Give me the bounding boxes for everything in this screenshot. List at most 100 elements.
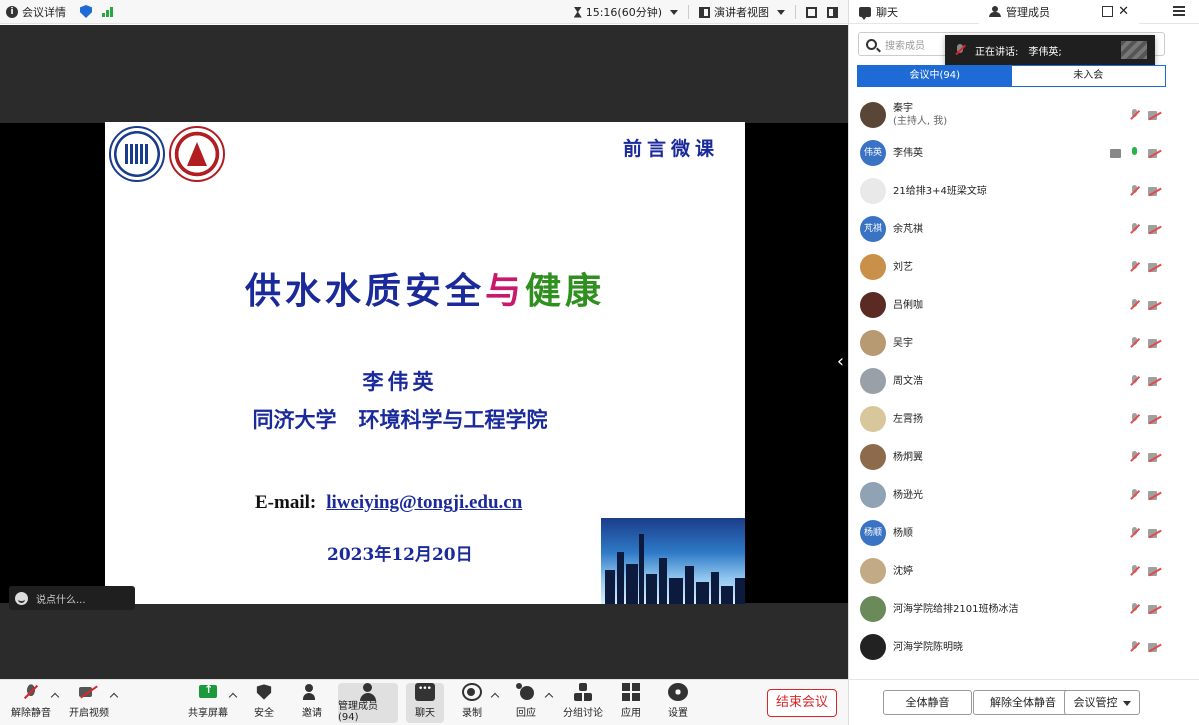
- mic-off-icon[interactable]: [1130, 413, 1139, 425]
- avatar: [860, 292, 886, 318]
- camera-off-icon[interactable]: [1148, 148, 1161, 158]
- menu-icon[interactable]: [1173, 6, 1185, 16]
- slide-title-part1: 供水水质安全: [244, 270, 485, 312]
- mic-off-icon[interactable]: [1130, 261, 1139, 273]
- camera-off-icon[interactable]: [1148, 262, 1161, 272]
- side-panel: 聊天 管理成员 ✕ 搜索成员 正在讲话: 李伟英; 会议中(94) 未入会 秦宇…: [848, 0, 1199, 725]
- member-row[interactable]: 杨逊光: [849, 476, 1173, 514]
- tab-not-joined[interactable]: 未入会: [1011, 66, 1165, 86]
- camera-off-icon[interactable]: [1148, 642, 1161, 652]
- camera-off-icon[interactable]: [1148, 110, 1161, 120]
- popout-icon[interactable]: [1102, 6, 1114, 17]
- member-status: [1130, 603, 1161, 615]
- camera-off-icon[interactable]: [1148, 224, 1161, 234]
- camera-off-icon[interactable]: [1148, 604, 1161, 614]
- record-label: 录制: [462, 708, 482, 719]
- member-row[interactable]: 吴宇: [849, 324, 1173, 362]
- manage-members-button[interactable]: 管理成员(94): [338, 683, 398, 723]
- avatar: [860, 596, 886, 622]
- mic-off-icon: [955, 44, 965, 56]
- settings-label: 设置: [668, 708, 688, 719]
- collapse-panel-chevron-icon[interactable]: ‹: [833, 350, 848, 374]
- member-row[interactable]: 伟英 李伟英: [849, 134, 1173, 172]
- chat-button[interactable]: 聊天: [406, 683, 444, 723]
- chevron-down-icon: [1122, 700, 1131, 706]
- apps-button[interactable]: 应用: [615, 683, 647, 723]
- member-row[interactable]: 河海学院给排2101班杨冰洁: [849, 590, 1173, 628]
- mic-off-icon[interactable]: [1130, 299, 1139, 311]
- mute-all-button[interactable]: 全体静音: [883, 690, 972, 715]
- unmute-button[interactable]: 解除静音: [8, 683, 54, 723]
- member-row[interactable]: 21给排3+4班梁文琼: [849, 172, 1173, 210]
- member-row[interactable]: 河海学院陈明晓: [849, 628, 1173, 666]
- member-status: [1130, 375, 1161, 387]
- chevron-up-icon[interactable]: [490, 692, 500, 702]
- mic-off-icon[interactable]: [1130, 451, 1139, 463]
- camera-off-icon[interactable]: [1148, 186, 1161, 196]
- quick-chat-input[interactable]: 说点什么...: [9, 586, 135, 610]
- camera-off-icon[interactable]: [1148, 452, 1161, 462]
- slide-title-part3: 健康: [525, 270, 606, 312]
- tab-chat[interactable]: 聊天: [849, 0, 979, 24]
- camera-off-icon[interactable]: [1148, 490, 1161, 500]
- react-button[interactable]: 回应: [510, 683, 542, 723]
- meeting-control-button[interactable]: 会议管控: [1064, 690, 1140, 715]
- security-button[interactable]: 安全: [248, 683, 280, 723]
- member-name-block: 左霄扬: [893, 413, 923, 426]
- member-row[interactable]: 杨顺 杨顺: [849, 514, 1173, 552]
- camera-off-icon[interactable]: [1148, 566, 1161, 576]
- end-meeting-button[interactable]: 结束会议: [767, 689, 837, 717]
- member-row[interactable]: 吕俐咖: [849, 286, 1173, 324]
- toggle-panel-icon[interactable]: [827, 6, 838, 18]
- breakout-rooms-button[interactable]: 分组讨论: [560, 683, 606, 723]
- member-row[interactable]: 芃祺 余芃祺: [849, 210, 1173, 248]
- camera-off-icon[interactable]: [1148, 528, 1161, 538]
- mic-off-icon[interactable]: [1130, 185, 1139, 197]
- member-row[interactable]: 刘艺: [849, 248, 1173, 286]
- slide-institution: 同济大学 环境科学与工程学院: [252, 408, 548, 432]
- camera-off-icon[interactable]: [1148, 414, 1161, 424]
- chevron-up-icon[interactable]: [544, 692, 554, 702]
- mic-off-icon[interactable]: [1130, 375, 1139, 387]
- emoji-icon[interactable]: [15, 591, 28, 605]
- mic-on-icon[interactable]: [1130, 147, 1139, 159]
- share-screen-button[interactable]: 共享屏幕: [186, 683, 230, 723]
- hourglass-icon: [573, 6, 582, 18]
- invite-label: 邀请: [302, 708, 322, 719]
- camera-off-icon[interactable]: [1148, 338, 1161, 348]
- mic-off-icon[interactable]: [1130, 527, 1139, 539]
- mic-off-icon[interactable]: [1130, 565, 1139, 577]
- mic-off-icon[interactable]: [1130, 223, 1139, 235]
- member-row[interactable]: 沈婷: [849, 552, 1173, 590]
- member-row[interactable]: 周文浩: [849, 362, 1173, 400]
- network-signal-icon[interactable]: [102, 6, 113, 17]
- mic-off-icon[interactable]: [1130, 109, 1139, 121]
- share-screen-label: 共享屏幕: [188, 708, 228, 719]
- avatar: [860, 634, 886, 660]
- slide-author: 李伟英: [362, 370, 438, 394]
- view-mode-button[interactable]: 演讲者视图: [699, 4, 785, 20]
- record-button[interactable]: 录制: [456, 683, 488, 723]
- unmute-all-button[interactable]: 解除全体静音: [973, 690, 1073, 715]
- tab-members[interactable]: 管理成员 ✕: [979, 0, 1139, 24]
- invite-button[interactable]: 邀请: [296, 683, 328, 723]
- camera-off-icon[interactable]: [1148, 376, 1161, 386]
- settings-button[interactable]: 设置: [662, 683, 694, 723]
- tab-in-meeting[interactable]: 会议中(94): [858, 66, 1012, 86]
- member-row[interactable]: 杨炯翼: [849, 438, 1173, 476]
- mic-off-icon[interactable]: [1130, 337, 1139, 349]
- member-row[interactable]: 左霄扬: [849, 400, 1173, 438]
- mic-off-icon[interactable]: [1130, 603, 1139, 615]
- security-shield-icon[interactable]: [80, 5, 92, 18]
- mic-off-icon[interactable]: [1130, 641, 1139, 653]
- chevron-up-icon[interactable]: [228, 692, 238, 702]
- meeting-info-button[interactable]: i 会议详情: [6, 4, 66, 20]
- mic-off-icon[interactable]: [1130, 489, 1139, 501]
- member-row[interactable]: 秦宇 (主持人, 我): [849, 96, 1173, 134]
- email-address: liweiying@tongji.edu.cn: [326, 492, 523, 513]
- camera-off-icon[interactable]: [1148, 300, 1161, 310]
- close-icon[interactable]: ✕: [1118, 4, 1129, 19]
- start-video-button[interactable]: 开启视频: [66, 683, 112, 723]
- fullscreen-icon[interactable]: [806, 6, 817, 18]
- meeting-timer[interactable]: 15:16(60分钟): [573, 4, 678, 20]
